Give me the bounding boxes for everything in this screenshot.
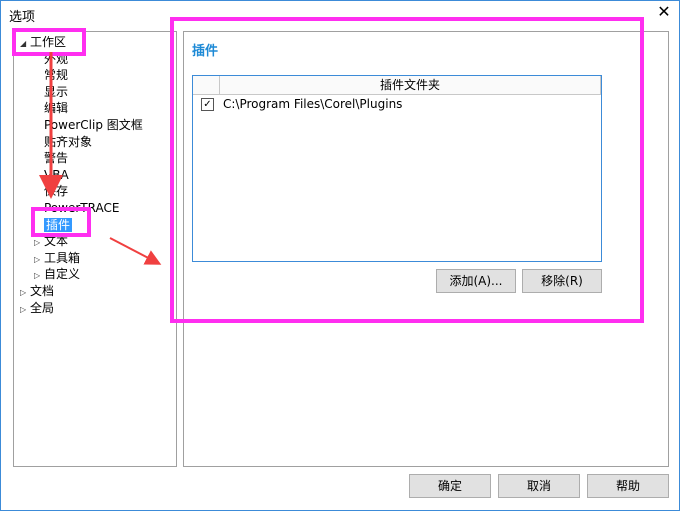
title-bar: 选项 ✕	[1, 1, 679, 27]
tree-item-label: 显示	[44, 84, 69, 99]
tree-item[interactable]: 贴齐对象	[34, 134, 92, 150]
tree-item-label: 警告	[44, 151, 69, 166]
category-tree[interactable]: ◢ 工作区 外观 常规 显示 编辑 PowerClip 图文框 贴齐对象 警告 VBA 保存 Powe…	[13, 31, 177, 467]
tree-item[interactable]: ◢ 工作区	[20, 34, 66, 50]
tree-item[interactable]: PowerClip 图文框	[34, 117, 143, 133]
tree-item[interactable]: 插件	[34, 217, 73, 233]
expand-arrow-icon[interactable]: ▷	[34, 235, 44, 251]
plugin-folder-list[interactable]: 插件文件夹 ✓ C:\Program Files\Corel\Plugins	[192, 75, 602, 262]
tree-item-label: 常规	[44, 68, 69, 83]
tree-item[interactable]: ▷ 工具箱	[34, 250, 80, 266]
tree-item-label: 工作区	[30, 35, 67, 49]
tree-item-label: 外观	[44, 51, 69, 66]
list-header: 插件文件夹	[193, 76, 601, 95]
tree-item-label: 文本	[44, 234, 69, 249]
header-folder-column[interactable]: 插件文件夹	[220, 76, 601, 94]
collapse-arrow-icon[interactable]: ◢	[20, 36, 30, 52]
plugins-panel: 插件 插件文件夹 ✓ C:\Program Files\Corel\Plugin…	[183, 31, 669, 467]
tree-item-label: 工具箱	[44, 250, 81, 265]
tree-item-label: VBA	[44, 167, 69, 182]
tree-item[interactable]: 外观	[34, 51, 68, 67]
tree-item-label: 贴齐对象	[44, 134, 93, 149]
expand-arrow-icon[interactable]: ▷	[20, 285, 30, 301]
remove-button[interactable]: 移除(R)	[522, 269, 602, 293]
tree-item[interactable]: 显示	[34, 84, 68, 100]
expand-arrow-icon[interactable]: ▷	[20, 302, 30, 318]
tree-item-label: PowerTRACE	[44, 201, 120, 215]
ok-button[interactable]: 确定	[409, 474, 491, 498]
dialog-title: 选项	[9, 10, 36, 25]
header-check-column	[193, 76, 220, 94]
tree-item[interactable]: 编辑	[34, 100, 68, 116]
tree-item-label: PowerClip 图文框	[44, 118, 143, 132]
tree-item[interactable]: ▷ 文本	[34, 233, 68, 249]
help-button[interactable]: 帮助	[587, 474, 669, 498]
section-title: 插件	[192, 44, 219, 59]
plugin-enabled-checkbox[interactable]: ✓	[201, 98, 214, 111]
cancel-button[interactable]: 取消	[498, 474, 580, 498]
tree-item[interactable]: ▷ 全局	[20, 300, 54, 316]
close-icon[interactable]: ✕	[655, 3, 673, 21]
plugin-folder-path: C:\Program Files\Corel\Plugins	[223, 97, 403, 111]
tree-item[interactable]: 常规	[34, 67, 68, 83]
add-button[interactable]: 添加(A)...	[436, 269, 516, 293]
tree-item-label: 插件	[44, 217, 73, 232]
expand-arrow-icon[interactable]: ▷	[34, 268, 44, 284]
tree-item-label: 保存	[44, 184, 69, 199]
options-dialog: 选项 ✕ ◢ 工作区 外观 常规 显示 编辑 PowerClip 图文框 贴齐对象 警告 VBA 保…	[0, 0, 680, 511]
tree-item[interactable]: 警告	[34, 150, 68, 166]
tree-item-label: 自定义	[44, 267, 81, 282]
tree-item-label: 全局	[30, 300, 55, 315]
tree-item-label: 文档	[30, 284, 55, 298]
tree-item[interactable]: ▷ 文档	[20, 283, 54, 299]
expand-arrow-icon[interactable]: ▷	[34, 252, 44, 268]
list-item[interactable]: ✓ C:\Program Files\Corel\Plugins	[193, 95, 601, 114]
tree-item[interactable]: VBA	[34, 167, 69, 183]
tree-item[interactable]: 保存	[34, 183, 68, 199]
tree-item[interactable]: ▷ 自定义	[34, 266, 80, 282]
tree-item[interactable]: PowerTRACE	[34, 200, 119, 216]
tree-item-label: 编辑	[44, 101, 69, 116]
